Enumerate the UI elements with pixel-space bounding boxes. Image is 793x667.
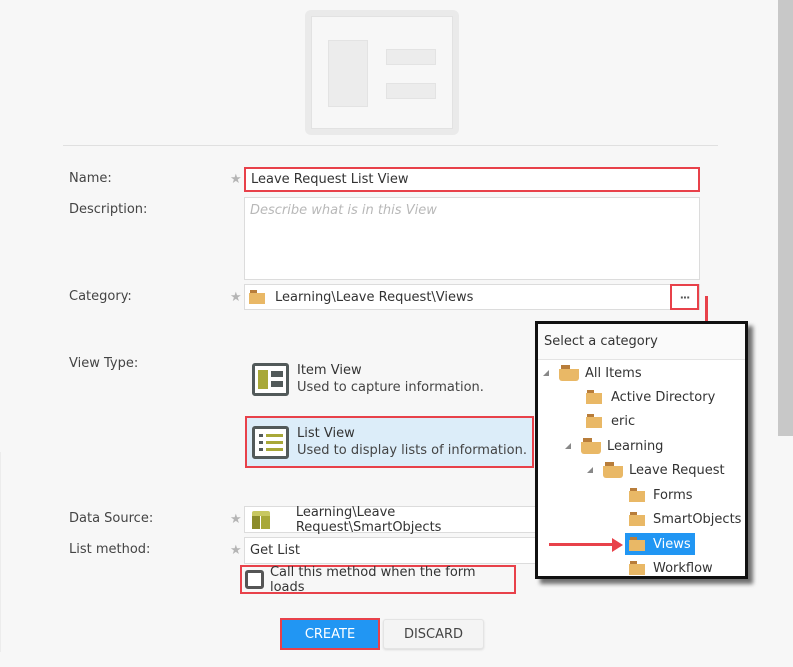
expand-toggle-icon[interactable] bbox=[587, 467, 593, 473]
description-placeholder: Describe what is in this View bbox=[250, 203, 437, 218]
tree-node-smartobjects[interactable]: SmartObjects bbox=[629, 508, 741, 530]
list-method-value: Get List bbox=[250, 543, 301, 558]
list-method-label: List method: bbox=[69, 542, 151, 557]
name-input[interactable]: Leave Request List View bbox=[244, 167, 700, 192]
tree-node-label: Learning bbox=[607, 438, 664, 454]
tree-node-label: Leave Request bbox=[629, 462, 725, 478]
folder-icon bbox=[629, 512, 645, 526]
category-input[interactable]: Learning\Leave Request\Views bbox=[244, 284, 700, 310]
tree-node-eric[interactable]: eric bbox=[586, 410, 635, 432]
list-method-input[interactable]: Get List bbox=[244, 537, 544, 564]
list-view-title: List View bbox=[297, 426, 355, 441]
thumbnail-block bbox=[386, 49, 436, 65]
view-type-label: View Type: bbox=[69, 356, 139, 371]
tree-node-workflow[interactable]: Workflow bbox=[629, 557, 713, 579]
tree-node-label: Views bbox=[653, 536, 691, 552]
arrow-head-icon bbox=[612, 538, 623, 552]
call-on-load-option[interactable]: Call this method when the form loads bbox=[240, 564, 516, 595]
list-view-description: Used to display lists of information. bbox=[297, 443, 527, 458]
data-source-value: Learning\Leave Request\SmartObjects bbox=[295, 504, 442, 535]
expand-toggle-icon[interactable] bbox=[543, 370, 549, 376]
folder-icon bbox=[586, 414, 602, 428]
list-view-icon bbox=[252, 425, 289, 459]
create-button[interactable]: CREATE bbox=[280, 618, 380, 650]
browse-category-button[interactable]: ··· bbox=[670, 284, 699, 310]
view-type-item-view[interactable]: Item View Used to capture information. bbox=[246, 356, 526, 402]
item-view-description: Used to capture information. bbox=[297, 380, 484, 395]
folder-icon bbox=[586, 390, 602, 404]
thumbnail-block bbox=[328, 40, 368, 107]
tree-node-leave-request[interactable]: Leave Request bbox=[587, 459, 725, 481]
tree-node-label: All Items bbox=[585, 365, 642, 381]
category-label: Category: bbox=[69, 289, 132, 304]
data-source-input[interactable]: Learning\Leave Request\SmartObjects bbox=[244, 504, 544, 535]
required-star-icon: ★ bbox=[230, 290, 242, 305]
popup-title: Select a category bbox=[538, 324, 745, 360]
tree-node-label: Forms bbox=[653, 487, 693, 503]
tree-node-learning[interactable]: Learning bbox=[565, 435, 663, 457]
required-star-icon: ★ bbox=[230, 543, 242, 558]
tree-node-label: SmartObjects bbox=[653, 511, 742, 527]
scrollbar-thumb[interactable] bbox=[778, 0, 793, 436]
folder-icon bbox=[249, 290, 265, 304]
tree-node-forms[interactable]: Forms bbox=[629, 484, 693, 506]
name-input-value: Leave Request List View bbox=[251, 172, 409, 187]
folder-icon bbox=[629, 537, 645, 551]
required-star-icon: ★ bbox=[230, 512, 242, 527]
tree-node-label: Active Directory bbox=[611, 389, 716, 405]
smartobject-cube-icon bbox=[250, 510, 272, 530]
view-type-list-view[interactable]: List View Used to display lists of infor… bbox=[245, 416, 534, 468]
view-layout-thumbnail-icon bbox=[311, 16, 453, 129]
divider bbox=[63, 145, 718, 146]
tree-node-views[interactable]: Views bbox=[625, 533, 695, 555]
folder-icon bbox=[629, 561, 645, 575]
annotation-arrow bbox=[549, 543, 614, 546]
category-value: Learning\Leave Request\Views bbox=[275, 289, 474, 305]
folder-icon bbox=[629, 488, 645, 502]
discard-button[interactable]: DISCARD bbox=[383, 619, 484, 649]
folder-open-icon bbox=[581, 438, 601, 454]
name-label: Name: bbox=[69, 171, 112, 186]
call-on-load-checkbox[interactable] bbox=[245, 570, 264, 589]
select-category-popup: Select a category All Items Active Direc… bbox=[535, 321, 748, 579]
description-label: Description: bbox=[69, 202, 148, 217]
description-textarea[interactable]: Describe what is in this View bbox=[244, 197, 700, 280]
required-star-icon: ★ bbox=[230, 172, 242, 187]
panel-edge bbox=[0, 452, 1, 652]
tree-node-all-items[interactable]: All Items bbox=[543, 362, 642, 384]
item-view-icon bbox=[252, 362, 289, 396]
tree-node-label: eric bbox=[611, 413, 636, 429]
tree-node-label: Workflow bbox=[653, 560, 713, 576]
tree-node-active-directory[interactable]: Active Directory bbox=[586, 386, 715, 408]
data-source-label: Data Source: bbox=[69, 511, 154, 526]
folder-open-icon bbox=[559, 365, 579, 381]
folder-open-icon bbox=[603, 462, 623, 478]
expand-toggle-icon[interactable] bbox=[565, 443, 571, 449]
call-on-load-label: Call this method when the form loads bbox=[269, 564, 476, 595]
item-view-title: Item View bbox=[297, 363, 362, 378]
thumbnail-block bbox=[386, 83, 436, 99]
